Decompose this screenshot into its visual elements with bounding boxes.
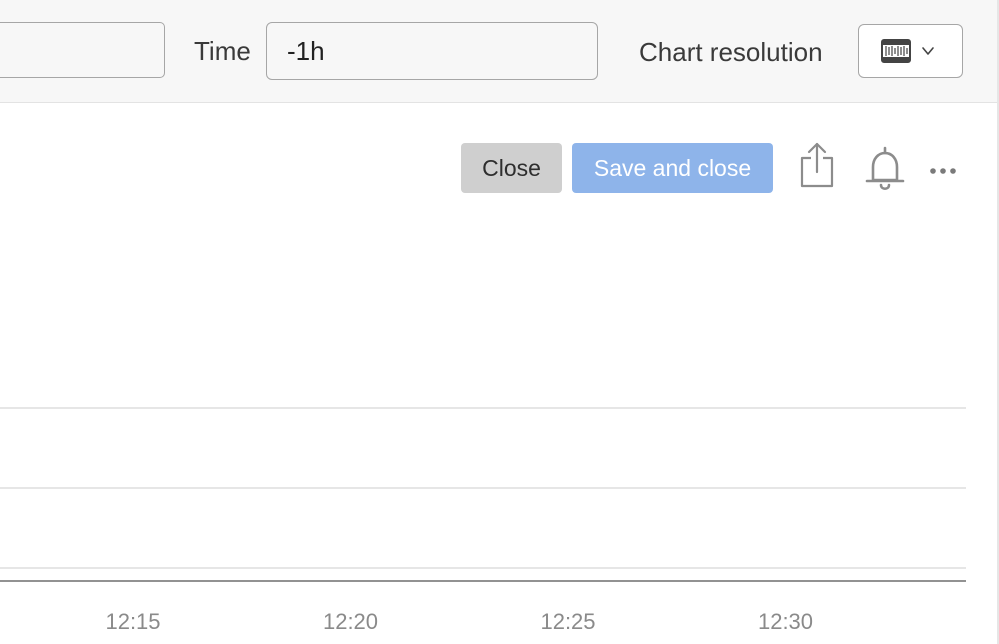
more-horizontal-icon [930,168,956,174]
x-axis-ticks: 12:15 12:20 12:25 12:30 [105,609,813,634]
chart-resolution-label: Chart resolution [639,37,823,67]
query-toolbar: Time Chart resolution [0,0,997,103]
time-range-input[interactable] [266,22,598,80]
x-tick-label: 12:30 [758,609,813,634]
chart-resolution-icon [881,39,911,63]
x-tick-label: 12:20 [323,609,378,634]
share-icon [800,142,834,188]
more-options-button[interactable] [928,160,958,180]
chevron-down-icon [922,47,934,55]
save-and-close-button[interactable]: Save and close [572,143,773,193]
chart-resolution-select[interactable] [858,24,963,78]
query-input[interactable] [0,22,165,78]
close-button[interactable]: Close [461,143,562,193]
alert-button[interactable] [864,146,906,194]
x-tick-label: 12:15 [105,609,160,634]
share-button[interactable] [798,142,836,188]
bell-icon [865,146,905,191]
chart-editor: Time Chart resolution [0,0,999,644]
x-tick-label: 12:25 [540,609,595,634]
time-label: Time [194,36,251,66]
